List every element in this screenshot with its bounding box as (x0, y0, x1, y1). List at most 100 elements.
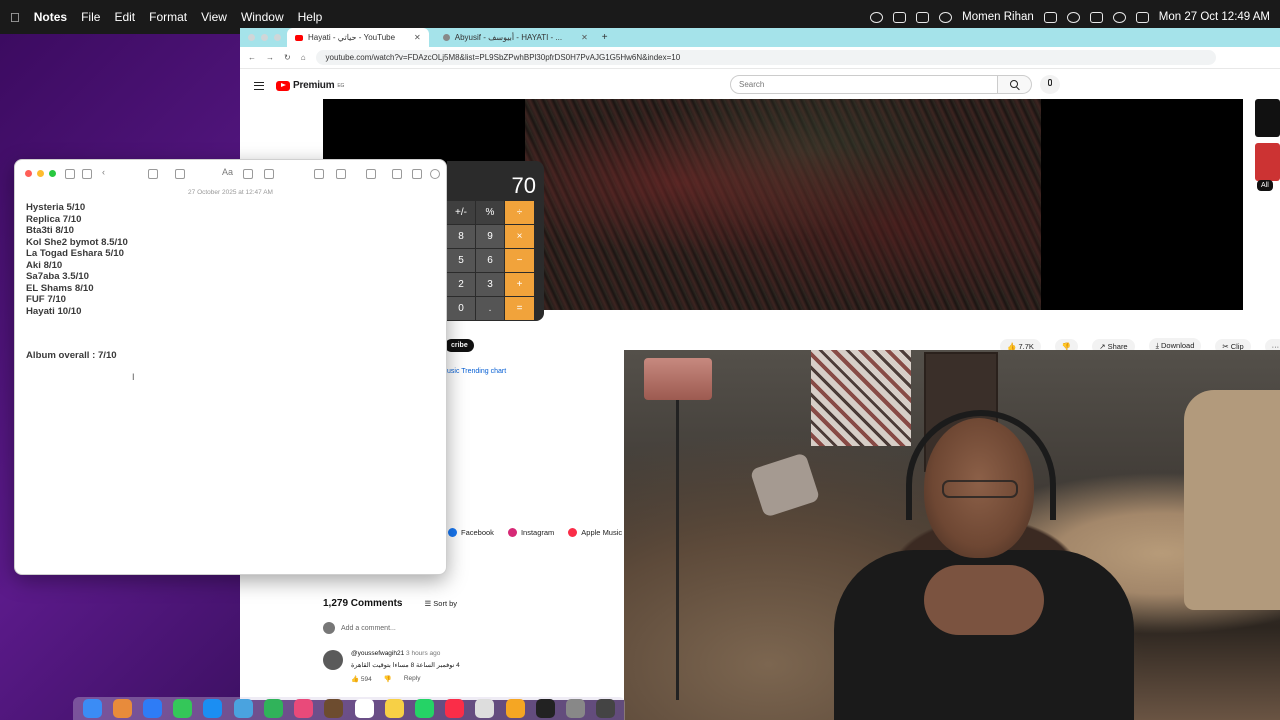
calc-key-decimal[interactable]: . (476, 297, 505, 321)
note-editor[interactable]: Hysteria 5/10 Replica 7/10 Bta3ti 8/10 K… (26, 202, 128, 362)
mirror-icon[interactable] (893, 11, 907, 23)
close-button[interactable] (25, 170, 32, 177)
checklist-icon[interactable] (243, 169, 253, 179)
window-minimize-button[interactable] (261, 34, 268, 41)
note-line[interactable]: Sa7aba 3.5/10 (26, 271, 128, 283)
note-line[interactable]: EL Shams 8/10 (26, 283, 128, 295)
gallery-view-icon[interactable] (82, 169, 92, 179)
trending-chart-link[interactable]: usic Trending chart (447, 368, 506, 375)
screen-record-icon[interactable] (870, 11, 884, 23)
delete-icon[interactable] (148, 169, 158, 179)
add-comment-input[interactable]: Add a comment... (341, 625, 396, 632)
related-video-thumbnail[interactable] (1255, 99, 1280, 137)
calendar-icon[interactable] (354, 699, 374, 718)
tab-close-icon[interactable]: ✕ (581, 33, 588, 42)
note-line[interactable]: Bta3ti 8/10 (26, 225, 128, 237)
media-icon[interactable] (336, 169, 346, 179)
calc-key-3[interactable]: 3 (476, 273, 505, 297)
note-line[interactable]: La Togad Eshara 5/10 (26, 248, 128, 260)
note-line[interactable]: FUF 7/10 (26, 294, 128, 306)
menu-window[interactable]: Window (241, 10, 284, 24)
menu-user-name[interactable]: Momen Rihan (962, 11, 1034, 23)
menu-file[interactable]: File (81, 10, 100, 24)
home-icon[interactable]: ⌂ (301, 53, 306, 62)
calc-key-sign[interactable]: +/- (447, 201, 476, 225)
control-center-icon[interactable] (1135, 11, 1149, 23)
search-icon[interactable] (430, 169, 440, 179)
calc-key-plus[interactable]: + (505, 273, 535, 297)
calc-key-5[interactable]: 5 (447, 249, 476, 273)
pages-icon[interactable] (505, 699, 525, 718)
related-video-thumbnail[interactable] (1255, 143, 1280, 181)
notes-folder-icon[interactable] (324, 699, 344, 718)
note-line[interactable]: Hysteria 5/10 (26, 202, 128, 214)
calc-key-percent[interactable]: % (476, 201, 505, 225)
note-album-overall[interactable]: Album overall : 7/10 (26, 350, 128, 362)
calc-key-8[interactable]: 8 (447, 225, 476, 249)
volume-icon[interactable] (939, 11, 953, 23)
reminders-icon[interactable] (475, 699, 495, 718)
facetime-icon[interactable] (263, 699, 283, 718)
wifi-icon[interactable] (1066, 11, 1080, 23)
comment-reply-button[interactable]: Reply (404, 675, 421, 683)
note-line[interactable]: Kol She2 bymot 8.5/10 (26, 237, 128, 249)
photos-icon[interactable] (294, 699, 314, 718)
tab-abyusif[interactable]: Abyusif - أبيوسف - HAYATI - ... ✕ (435, 28, 596, 47)
menu-view[interactable]: View (201, 10, 227, 24)
lock-icon[interactable] (366, 169, 376, 179)
new-tab-icon[interactable]: + (602, 32, 608, 43)
preview-icon[interactable] (233, 699, 253, 718)
finder-icon[interactable] (82, 699, 102, 718)
calc-key-0[interactable]: 0 (447, 297, 476, 321)
settings-icon[interactable] (566, 699, 586, 718)
format-text-icon[interactable]: Aa (222, 167, 233, 177)
menu-edit[interactable]: Edit (114, 10, 135, 24)
zoom-button[interactable] (49, 170, 56, 177)
calc-key-multiply[interactable]: × (505, 225, 535, 249)
comment-author[interactable]: @youssefwagih21 (351, 650, 404, 657)
comment-like-button[interactable]: 👍 594 (351, 675, 372, 683)
compose-icon[interactable] (175, 169, 185, 179)
music-icon[interactable] (445, 699, 465, 718)
app-store-icon[interactable] (203, 699, 223, 718)
forward-icon[interactable]: → (266, 53, 274, 62)
obs-icon[interactable] (596, 699, 616, 718)
attachment-icon[interactable] (314, 169, 324, 179)
battery-icon[interactable] (1043, 11, 1057, 23)
logic-icon[interactable] (535, 699, 555, 718)
subscribe-button[interactable]: cribe (445, 339, 474, 352)
instagram-link[interactable]: Instagram (507, 528, 554, 537)
note-line[interactable]: Hayati 10/10 (26, 306, 128, 318)
safari-icon[interactable] (143, 699, 163, 718)
share-icon[interactable] (412, 169, 422, 179)
note-line[interactable]: Replica 7/10 (26, 214, 128, 226)
display-icon[interactable] (916, 11, 930, 23)
menu-format[interactable]: Format (149, 10, 187, 24)
add-comment-row[interactable]: Add a comment... (323, 622, 396, 634)
tab-close-icon[interactable]: ✕ (414, 33, 421, 42)
tab-hayati-youtube[interactable]: Hayati - حياتي - YouTube ✕ (287, 28, 429, 47)
collaborate-icon[interactable] (392, 169, 402, 179)
launchpad-icon[interactable] (112, 699, 132, 718)
spotlight-icon[interactable] (1112, 11, 1126, 23)
url-bar[interactable]: youtube.com/watch?v=FDAzcOLj5M8&list=PL9… (315, 50, 1216, 65)
menu-clock[interactable]: Mon 27 Oct 12:49 AM (1159, 11, 1270, 23)
notes-icon[interactable] (384, 699, 404, 718)
apple-music-link[interactable]: Apple Music (568, 528, 622, 537)
list-view-icon[interactable] (65, 169, 75, 179)
calc-key-2[interactable]: 2 (447, 273, 476, 297)
hamburger-menu-icon[interactable] (254, 82, 264, 90)
note-line[interactable]: Aki 8/10 (26, 260, 128, 272)
calc-key-9[interactable]: 9 (476, 225, 505, 249)
calc-key-divide[interactable]: ÷ (505, 201, 535, 225)
apple-menu-icon[interactable]:  (10, 10, 20, 25)
sort-by-button[interactable]: ☰ Sort by (424, 599, 457, 608)
calc-key-equals[interactable]: = (505, 297, 535, 321)
facebook-link[interactable]: Facebook (448, 528, 494, 537)
filter-chip-all[interactable]: All (1257, 180, 1273, 191)
messages-icon[interactable] (173, 699, 193, 718)
menu-app-name[interactable]: Notes (34, 10, 67, 24)
search-input[interactable]: Search (730, 75, 998, 94)
whatsapp-icon[interactable] (415, 699, 435, 718)
calc-key-minus[interactable]: − (505, 249, 535, 273)
